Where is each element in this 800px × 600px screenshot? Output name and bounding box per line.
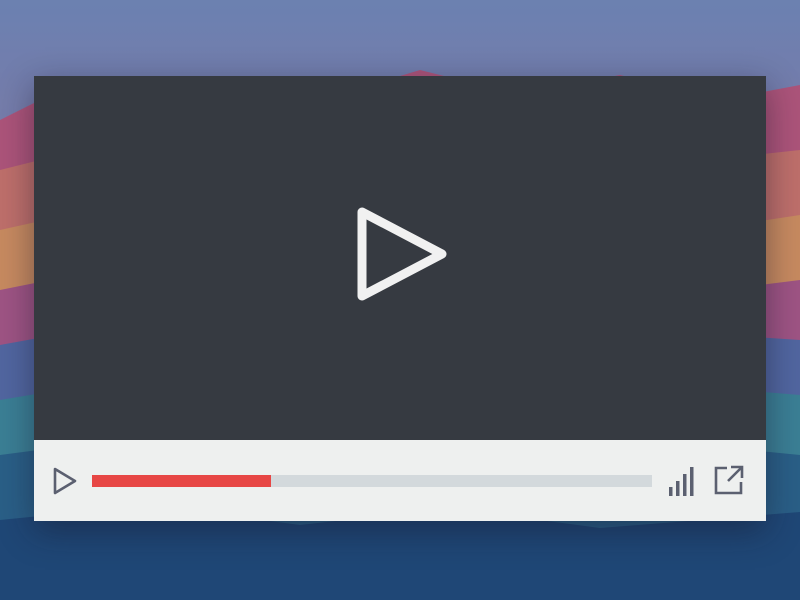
external-link-icon[interactable] (711, 462, 747, 498)
video-player (34, 76, 766, 521)
progress-bar-fill (92, 475, 272, 487)
play-icon[interactable] (354, 204, 450, 304)
signal-bars-icon[interactable] (666, 463, 698, 499)
video-viewport[interactable] (34, 76, 766, 440)
play-button[interactable] (50, 465, 80, 497)
control-bar (34, 440, 766, 521)
progress-bar[interactable] (92, 475, 652, 487)
desktop-background (0, 0, 800, 600)
